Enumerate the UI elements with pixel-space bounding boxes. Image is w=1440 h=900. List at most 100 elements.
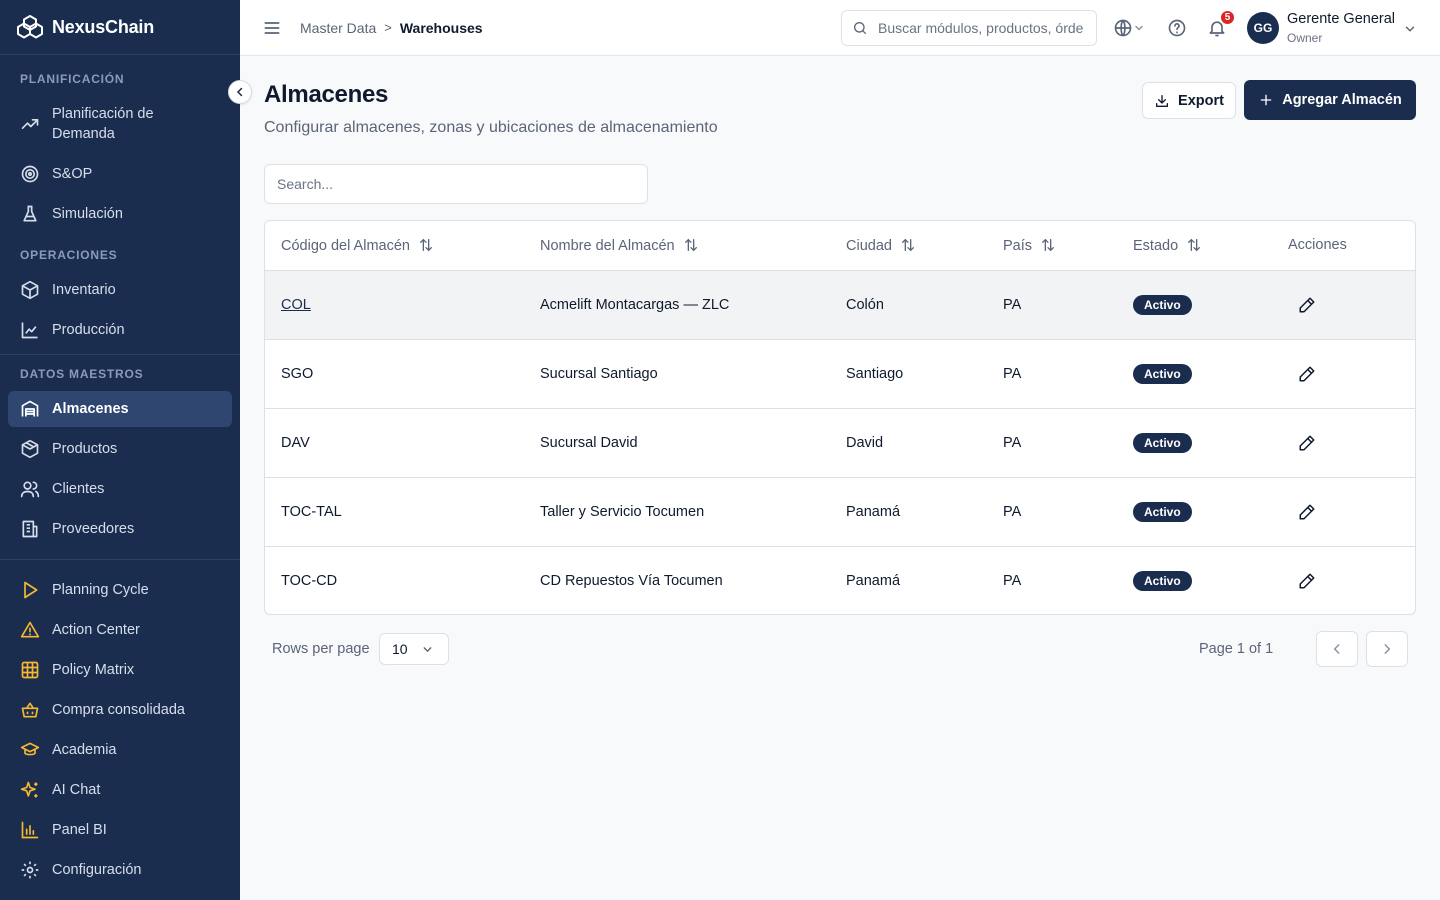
breadcrumb: Master Data > Warehouses (300, 20, 483, 36)
global-search-input[interactable] (878, 20, 1084, 36)
table-search-input[interactable] (264, 164, 648, 204)
table-row[interactable]: TOC-TAL Taller y Servicio Tocumen Panamá… (265, 476, 1415, 546)
column-header-status[interactable]: Estado (1133, 221, 1288, 271)
play-icon (24, 581, 38, 599)
sort-icon (419, 238, 432, 252)
pencil-icon[interactable] (1298, 503, 1316, 521)
graduation-cap-icon (20, 742, 40, 756)
building-icon (22, 520, 38, 538)
sidebar-item-productos[interactable]: Productos (0, 439, 240, 459)
table-row[interactable]: TOC-CD CD Repuestos Vía Tocumen Panamá P… (265, 545, 1415, 614)
notification-badge: 5 (1220, 10, 1235, 25)
cell-actions (1288, 338, 1415, 408)
sidebar-item-compra-consolidada[interactable]: Compra consolidada (0, 700, 240, 720)
sidebar-item-configuracion[interactable]: Configuración (0, 860, 240, 880)
cell-city: David (846, 407, 1003, 477)
sidebar-item-label: Almacenes (52, 401, 129, 417)
sidebar-item-almacenes[interactable]: Almacenes (8, 391, 232, 427)
pencil-icon[interactable] (1298, 434, 1316, 452)
breadcrumb-current: Warehouses (399, 19, 483, 36)
sidebar: NexusChain PLANIFICACIÓN Planificación d… (0, 0, 240, 900)
globe-icon[interactable] (1113, 18, 1133, 38)
sidebar-item-label: Compra consolidada (52, 702, 185, 718)
chevron-down-icon[interactable] (1403, 22, 1417, 36)
sidebar-item-label: Planificación de Demanda (52, 106, 154, 142)
cell-code[interactable]: SGO (265, 338, 540, 408)
sidebar-item-action-center[interactable]: Action Center (0, 620, 240, 640)
menu-icon[interactable] (262, 18, 282, 38)
sidebar-item-inventario[interactable]: Inventario (0, 280, 240, 300)
sidebar-item-ai-chat[interactable]: AI Chat (0, 780, 240, 800)
next-page-button[interactable] (1366, 631, 1408, 667)
search-icon (854, 22, 866, 34)
add-warehouse-button[interactable]: Agregar Almacén (1244, 80, 1416, 120)
column-header-name[interactable]: Nombre del Almacén (540, 221, 846, 271)
column-header-country[interactable]: País (1003, 221, 1133, 271)
sidebar-item-label: Producción (52, 322, 125, 338)
status-badge: Activo (1133, 363, 1192, 384)
column-header-code[interactable]: Código del Almacén (265, 221, 540, 271)
cell-status: Activo (1133, 407, 1288, 477)
cell-country: PA (1003, 476, 1133, 546)
help-circle-icon[interactable] (1167, 18, 1187, 38)
sidebar-item-label: Simulación (52, 206, 123, 222)
column-label: Ciudad (846, 237, 892, 254)
cell-code[interactable]: TOC-TAL (265, 476, 540, 546)
cell-status: Activo (1133, 338, 1288, 408)
cell-status: Activo (1133, 270, 1288, 339)
table-header-row: Código del Almacén Nombre del Almacén Ci… (265, 221, 1415, 271)
previous-page-button[interactable] (1316, 631, 1358, 667)
status-badge: Activo (1133, 570, 1192, 591)
column-header-actions: Acciones (1288, 221, 1415, 271)
cell-city: Colón (846, 296, 884, 313)
cell-name: CD Repuestos Vía Tocumen (540, 545, 846, 614)
sidebar-item-produccion[interactable]: Producción (0, 320, 240, 340)
pencil-icon[interactable] (1298, 365, 1316, 383)
brand[interactable]: NexusChain (0, 0, 240, 55)
warehouse-code-link[interactable]: COL (281, 297, 311, 313)
cell-code[interactable]: DAV (265, 407, 540, 477)
sidebar-item-planning-cycle[interactable]: Planning Cycle (0, 580, 240, 600)
box-icon (21, 439, 39, 459)
sidebar-item-label: Inventario (52, 282, 116, 298)
factory-chart-icon (21, 322, 38, 339)
top-header: Master Data > Warehouses 5 GG Gerente Ge… (240, 0, 1440, 56)
sidebar-item-academia[interactable]: Academia (0, 740, 240, 760)
sidebar-item-proveedores[interactable]: Proveedores (0, 519, 240, 539)
sidebar-item-sop[interactable]: S&OP (0, 164, 240, 184)
user-name[interactable]: Gerente General (1287, 11, 1395, 27)
sort-icon (684, 238, 697, 252)
cell-status: Activo (1133, 476, 1288, 546)
cell-name: Sucursal Santiago (540, 338, 846, 408)
sidebar-item-planificacion-demanda[interactable]: Planificación de Demanda (0, 104, 240, 144)
breadcrumb-parent[interactable]: Master Data (300, 20, 376, 36)
warehouses-table: Código del Almacén Nombre del Almacén Ci… (264, 220, 1416, 615)
sidebar-item-policy-matrix[interactable]: Policy Matrix (0, 660, 240, 680)
sidebar-item-panel-bi[interactable]: Panel BI (0, 820, 240, 840)
table-row[interactable]: DAV Sucursal David David PA Activo (265, 407, 1415, 477)
table-row[interactable]: COL Acmelift Montacargas — ZLC Colón PA … (265, 270, 1415, 339)
sidebar-collapse-button[interactable] (228, 80, 252, 104)
column-label: Código del Almacén (281, 237, 410, 254)
cell-code[interactable]: TOC-CD (265, 545, 540, 614)
sort-icon (1042, 238, 1055, 252)
column-label: País (1003, 237, 1033, 254)
column-header-city[interactable]: Ciudad (846, 221, 1003, 271)
chevron-down-icon[interactable] (1133, 22, 1145, 34)
global-search[interactable] (841, 10, 1097, 46)
pencil-icon[interactable] (1298, 572, 1316, 590)
cell-code[interactable]: COL (265, 270, 540, 339)
sidebar-item-clientes[interactable]: Clientes (0, 479, 240, 499)
export-button[interactable]: Export (1142, 82, 1236, 119)
rows-per-page-select[interactable]: 10 (379, 633, 449, 665)
cell-city: Santiago (846, 338, 1003, 408)
cell-name: Taller y Servicio Tocumen (540, 476, 846, 546)
avatar[interactable]: GG (1247, 12, 1279, 44)
sidebar-item-label: Policy Matrix (52, 662, 135, 678)
table-row[interactable]: SGO Sucursal Santiago Santiago PA Activo (265, 338, 1415, 408)
cell-actions (1288, 407, 1415, 477)
sidebar-item-simulacion[interactable]: Simulación (0, 204, 240, 224)
pencil-icon[interactable] (1298, 296, 1316, 314)
sidebar-item-label: Productos (52, 441, 118, 457)
rows-per-page-label: Rows per page (272, 641, 370, 657)
